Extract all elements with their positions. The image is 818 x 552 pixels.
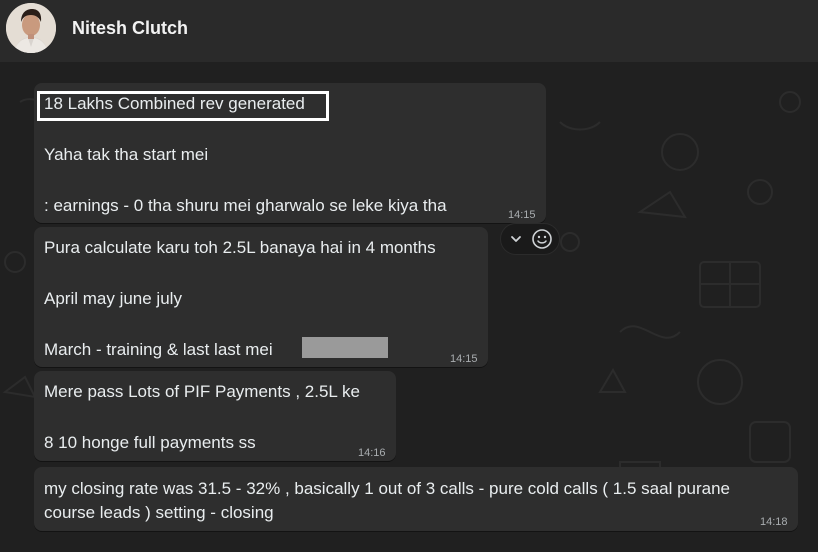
message-bubble[interactable]: my closing rate was 31.5 - 32% , basical… [34,467,798,531]
contact-name[interactable]: Nitesh Clutch [72,18,188,39]
message-text: Mere pass Lots of PIF Payments , 2.5L ke [44,382,360,401]
emoji-icon[interactable] [531,228,553,250]
message-text: 8 10 honge full payments ss [44,433,256,452]
message-text: March - training & last last mei [44,340,273,359]
message-timestamp: 14:16 [358,447,386,459]
chevron-down-icon[interactable] [509,232,523,246]
message-text: : earnings - 0 tha shuru mei gharwalo se… [44,196,447,215]
message-text: my closing rate was 31.5 - 32% , basical… [44,479,731,498]
message-text: Yaha tak tha start mei [44,145,209,164]
avatar[interactable] [6,3,56,53]
avatar-photo [6,3,56,53]
message-timestamp: 14:18 [760,516,788,528]
message-text: course leads ) setting - closing [44,503,274,522]
message-text: Pura calculate karu toh 2.5L banaya hai … [44,238,436,257]
message-bubble[interactable]: 18 Lakhs Combined rev generated Yaha tak… [34,83,546,223]
message-text: 18 Lakhs Combined rev generated [44,94,305,113]
chat-header: Nitesh Clutch [0,0,818,63]
message-bubble[interactable]: Mere pass Lots of PIF Payments , 2.5L ke… [34,371,396,461]
message-actions [500,223,560,255]
message-bubble[interactable]: Pura calculate karu toh 2.5L banaya hai … [34,227,488,367]
message-text: April may june july [44,289,182,308]
message-timestamp: 14:15 [450,353,478,365]
redacted-block [302,337,388,358]
